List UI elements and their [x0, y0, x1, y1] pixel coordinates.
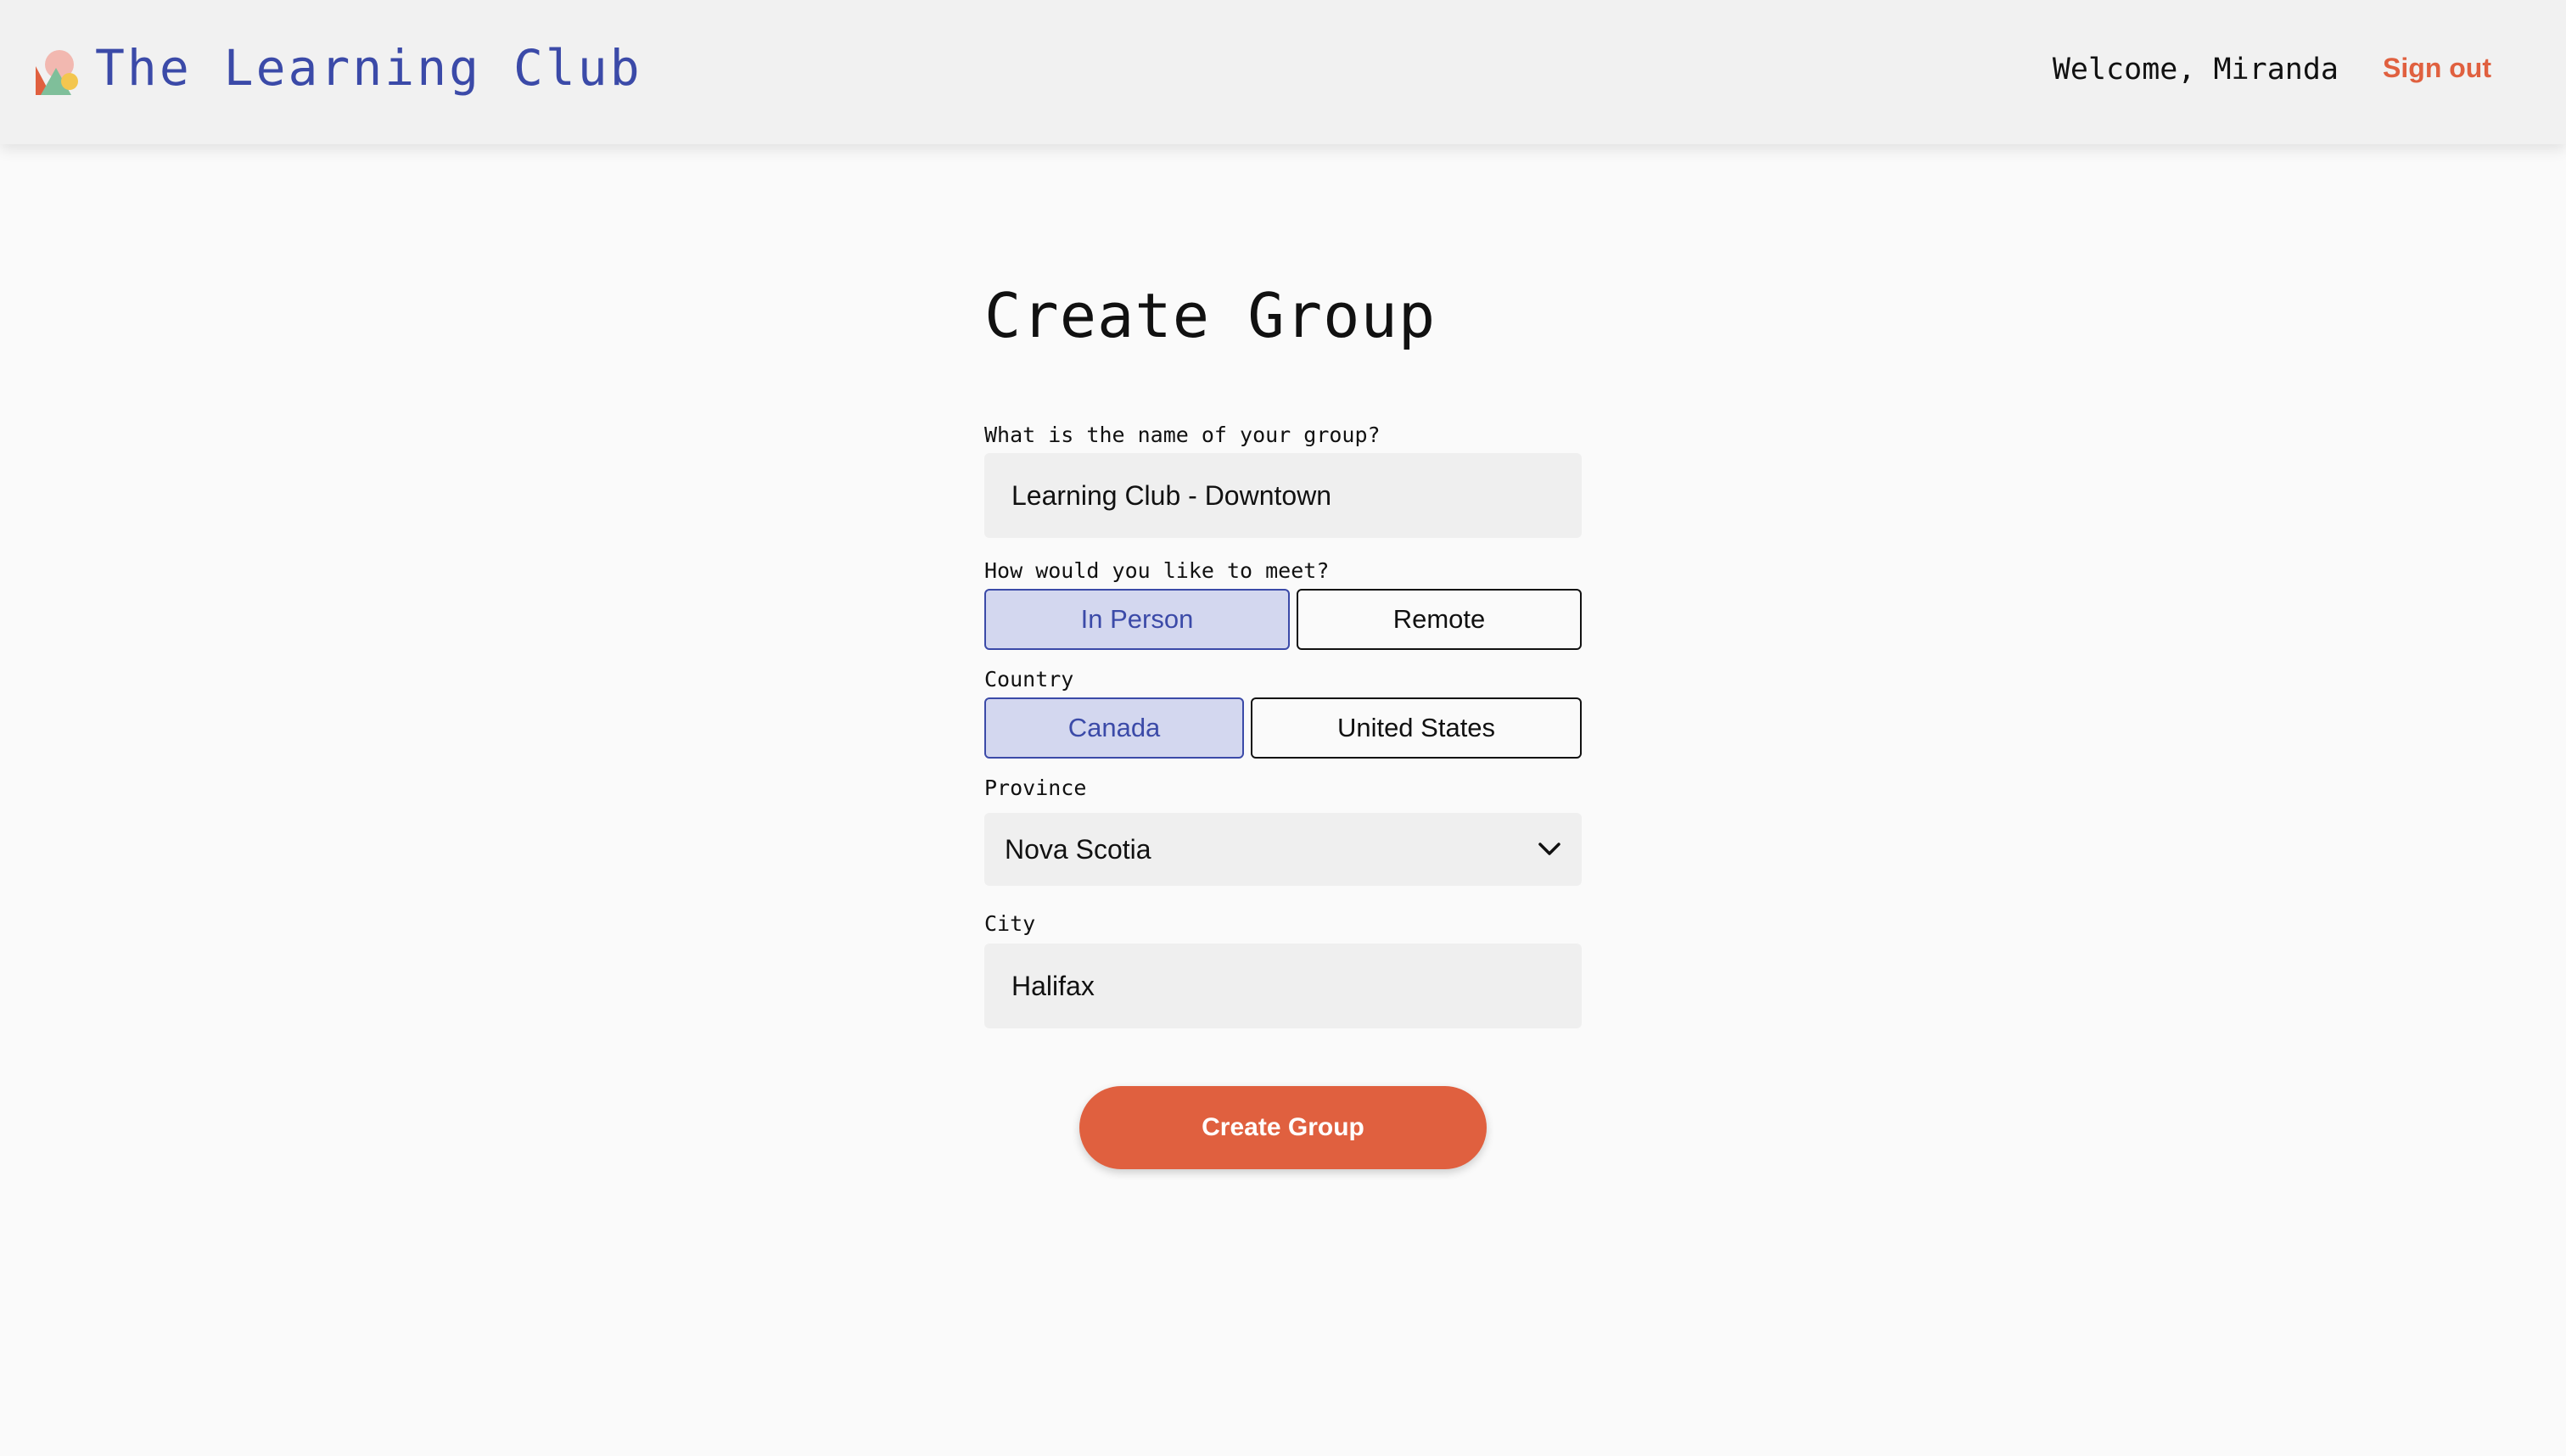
city-input[interactable] [984, 944, 1582, 1028]
city-label: City [984, 911, 1036, 936]
group-name-label: What is the name of your group? [984, 423, 1381, 447]
meet-option-remote[interactable]: Remote [1297, 589, 1582, 650]
create-group-button[interactable]: Create Group [1079, 1086, 1487, 1169]
country-option-united-states[interactable]: United States [1251, 697, 1582, 759]
page-title: Create Group [984, 280, 1437, 351]
meet-label: How would you like to meet? [984, 558, 1330, 583]
top-bar: The Learning Club Welcome, Miranda Sign … [0, 0, 2566, 144]
meet-option-in-person[interactable]: In Person [984, 589, 1290, 650]
country-option-canada[interactable]: Canada [984, 697, 1244, 759]
sign-out-link[interactable]: Sign out [2383, 53, 2491, 84]
province-select[interactable]: Nova Scotia [984, 813, 1582, 886]
province-value: Nova Scotia [1005, 833, 1151, 865]
country-label: Country [984, 667, 1074, 692]
chevron-down-icon [1538, 843, 1560, 855]
learning-club-logo-icon[interactable] [34, 48, 81, 97]
province-label: Province [984, 776, 1087, 800]
brand-name[interactable]: The Learning Club [95, 39, 642, 97]
welcome-message: Welcome, Miranda [2052, 53, 2339, 87]
group-name-input[interactable] [984, 453, 1582, 538]
